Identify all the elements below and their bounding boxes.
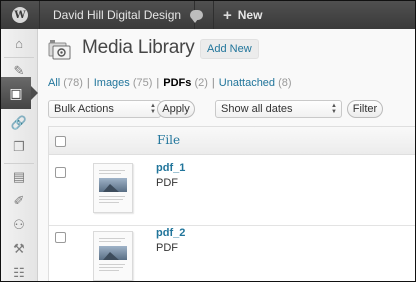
plus-icon: +: [223, 6, 232, 24]
media-icon: ▣: [9, 84, 23, 101]
select-arrows-icon: ▲ ▼: [150, 103, 156, 115]
settings-icon: ☷: [13, 265, 25, 280]
sidebar-item-users[interactable]: ⚇: [1, 213, 37, 237]
file-name-link[interactable]: pdf_2: [156, 227, 185, 239]
new-content-button[interactable]: + New: [213, 1, 272, 29]
sidebar-separator: [4, 163, 34, 164]
pdf-thumbnail[interactable]: [93, 163, 133, 213]
table-header: File: [49, 127, 415, 155]
sidebar-item-settings[interactable]: ☷: [1, 261, 37, 281]
media-library-icon: [48, 40, 71, 60]
sidebar-item-comments[interactable]: ▤: [1, 165, 37, 189]
file-name-link[interactable]: pdf_1: [156, 162, 185, 174]
sidebar-item-tools[interactable]: ⚒: [1, 237, 37, 261]
select-arrows-icon: ▲ ▼: [331, 103, 337, 115]
comments-button[interactable]: [179, 1, 214, 29]
admin-bar: W David Hill Digital Design + New: [1, 1, 415, 29]
apply-button[interactable]: Apply: [157, 100, 195, 118]
sidebar-item-dashboard[interactable]: ⌂: [1, 31, 37, 55]
filter-images-link[interactable]: Images (75): [94, 77, 153, 89]
users-icon: ⚇: [13, 217, 25, 232]
media-table: File pdf_1 PDF pdf_2 PDF: [48, 126, 415, 281]
sidebar-item-links[interactable]: 🔗: [1, 111, 37, 135]
comments-icon: ▤: [12, 169, 26, 184]
admin-sidebar: ⌂ ✎ ▣ 🔗 ❐ ▤ ✐ ⚇ ⚒ ☷: [1, 29, 38, 281]
page-title: Media Library: [82, 37, 195, 58]
bulk-actions-value: Bulk Actions: [54, 103, 114, 115]
pages-icon: ❐: [13, 139, 25, 154]
sidebar-separator: [4, 57, 34, 58]
filter-separator: |: [86, 77, 90, 89]
sidebar-item-media[interactable]: ▣: [1, 77, 38, 109]
filter-pdfs-link[interactable]: PDFs (2): [163, 77, 208, 89]
sidebar-item-pages[interactable]: ❐: [1, 135, 37, 159]
file-column-header[interactable]: File: [157, 133, 180, 147]
table-row: pdf_1 PDF: [49, 155, 415, 225]
filter-unattached-link[interactable]: Unattached (8): [219, 77, 292, 89]
filter-button[interactable]: Filter: [347, 100, 383, 118]
filter-separator: |: [156, 77, 160, 89]
bulk-actions-select[interactable]: Bulk Actions ▲ ▼: [48, 100, 161, 118]
new-content-label: New: [237, 8, 263, 22]
file-type-label: PDF: [156, 177, 178, 189]
date-filter-select[interactable]: Show all dates ▲ ▼: [215, 100, 342, 118]
table-row: pdf_2 PDF: [49, 226, 415, 281]
file-type-label: PDF: [156, 242, 178, 254]
select-all-checkbox[interactable]: [55, 136, 66, 147]
site-name-link[interactable]: David Hill Digital Design: [40, 1, 196, 29]
row-checkbox[interactable]: [55, 232, 66, 243]
filter-separator: |: [211, 77, 215, 89]
add-new-button[interactable]: Add New: [200, 39, 259, 59]
appearance-icon: ✐: [13, 193, 25, 208]
wordpress-logo-icon: W: [12, 7, 28, 23]
sidebar-item-appearance[interactable]: ✐: [1, 189, 37, 213]
dashboard-icon: ⌂: [15, 35, 23, 51]
browser-frame: W David Hill Digital Design + New ⌂ ✎ ▣ …: [0, 0, 416, 282]
links-icon: 🔗: [10, 115, 28, 130]
main-content: Media Library Add New All (78) | Images (7…: [38, 29, 415, 281]
pdf-thumbnail[interactable]: [93, 231, 133, 281]
media-filter-links: All (78) | Images (75) | PDFs (2) | Unattached…: [48, 77, 292, 89]
date-filter-value: Show all dates: [221, 103, 293, 115]
wordpress-logo-button[interactable]: W: [1, 1, 40, 29]
tools-icon: ⚒: [13, 241, 25, 256]
row-checkbox[interactable]: [55, 167, 66, 178]
filter-all-link[interactable]: All (78): [48, 77, 83, 89]
comment-bubble-icon: [189, 10, 203, 23]
